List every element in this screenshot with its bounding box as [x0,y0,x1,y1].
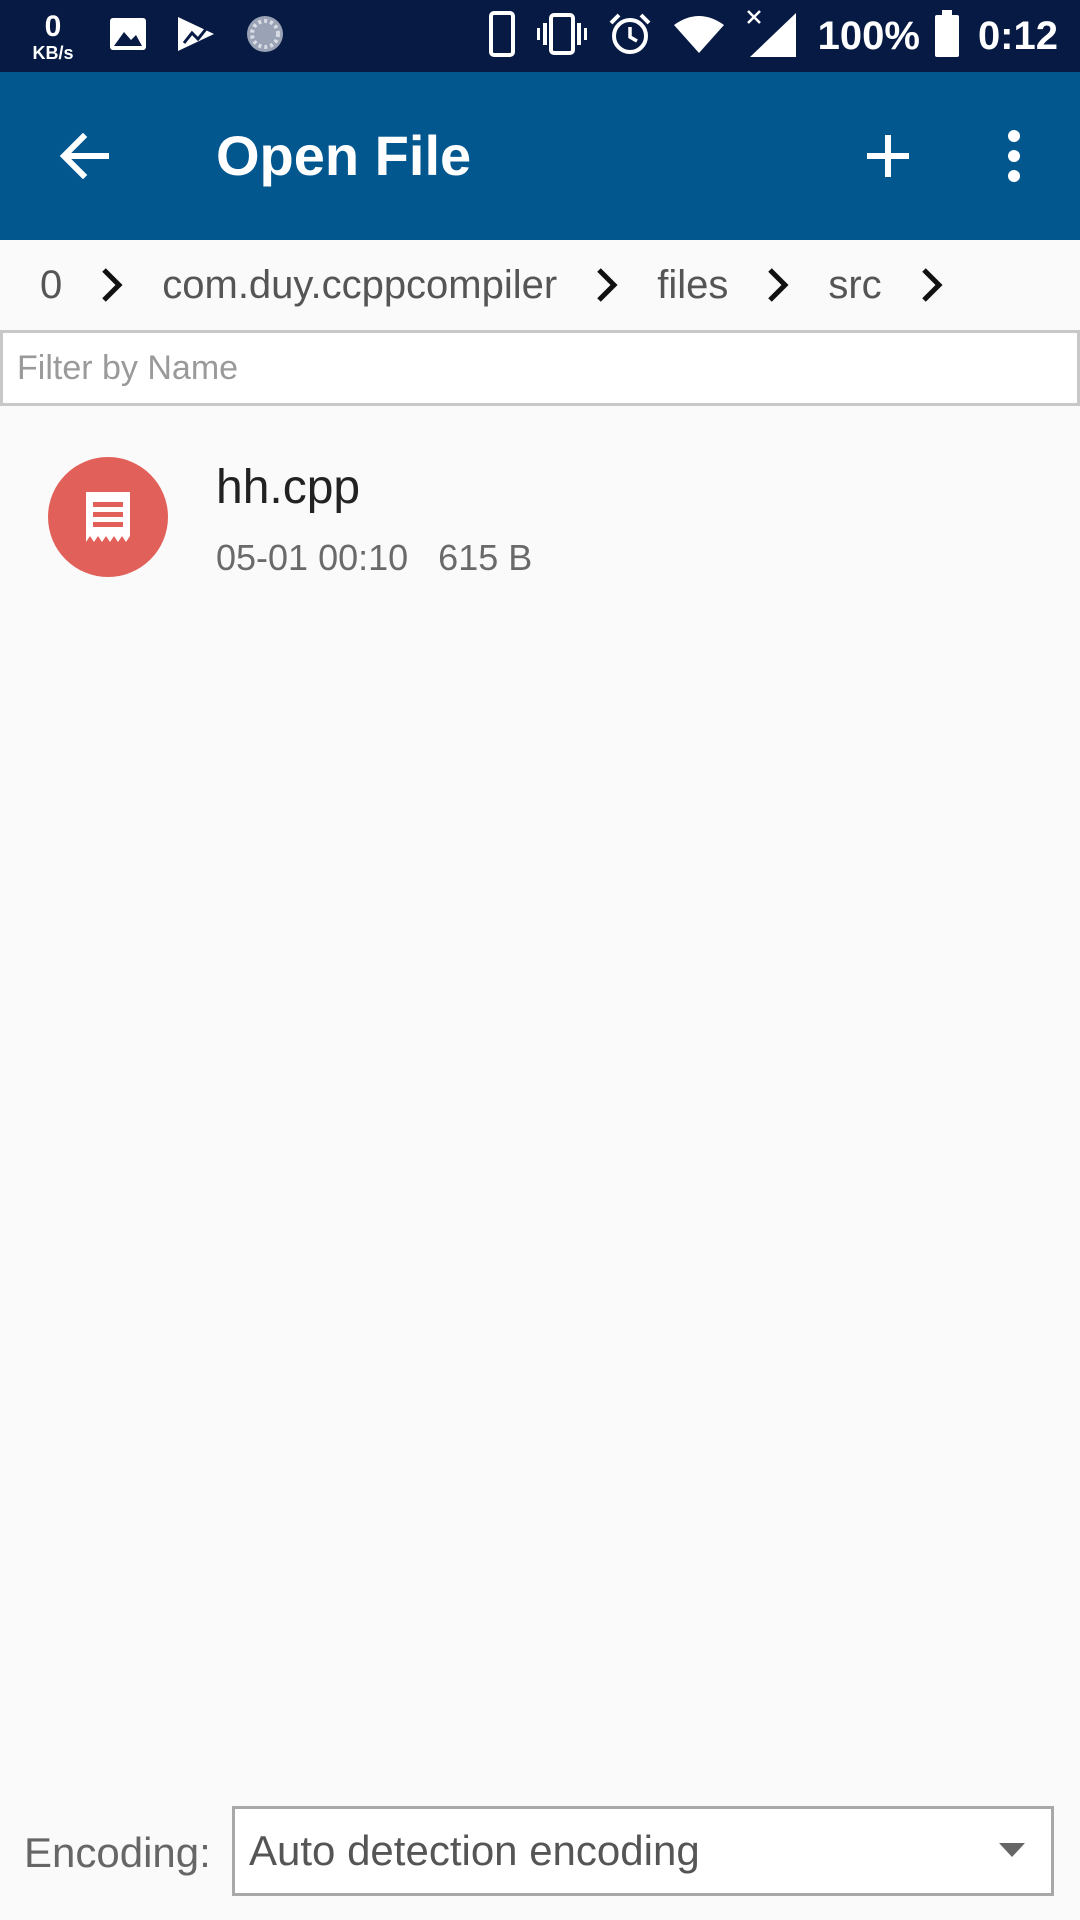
chevron-right-icon [748,240,808,330]
file-name: hh.cpp [216,461,361,514]
network-speed-indicator: 0 KB/s [24,6,82,66]
status-bar-left: 0 KB/s [24,0,314,72]
file-list: hh.cpp 05-01 00:10 615 B [0,430,1080,610]
page-title: Open File [216,124,472,187]
battery-percentage: 100% [817,14,920,58]
status-bar: 0 KB/s 100% 0:12 [0,0,1080,72]
file-list-item[interactable]: hh.cpp 05-01 00:10 615 B [0,430,1080,610]
chevron-right-icon [902,240,962,330]
breadcrumb: 0 com.duy.ccppcompiler files src [0,240,1080,330]
status-bar-right: 100% 0:12 [488,0,1058,72]
network-speed-value: 0 [44,10,62,43]
encoding-dropdown[interactable]: Auto detection encoding [232,1806,1054,1896]
wifi-icon [672,13,726,60]
dropdown-arrow-icon [999,1843,1025,1857]
play-store-icon [176,15,216,58]
app-bar: Open File [0,72,1080,240]
chevron-right-icon [82,240,142,330]
arrow-back-icon [59,133,109,179]
back-button[interactable] [48,120,120,192]
document-icon [48,457,168,577]
encoding-selected-value: Auto detection encoding [249,1827,700,1874]
add-button[interactable] [852,120,924,192]
vibrate-icon [536,12,588,61]
network-speed-unit: KB/s [32,43,74,63]
more-vert-icon [1008,130,1020,182]
add-icon [867,135,909,177]
alarm-icon [608,12,652,61]
battery-icon [934,9,960,63]
breadcrumb-item-src[interactable]: src [808,240,901,330]
breadcrumb-item-root[interactable]: 0 [0,240,82,330]
breadcrumb-item-package[interactable]: com.duy.ccppcompiler [142,240,577,330]
gallery-icon [108,16,148,57]
signal-icon [746,9,798,64]
filter-by-name-input[interactable] [0,330,1080,406]
file-meta: 05-01 00:10 615 B [216,537,533,578]
encoding-label: Encoding: [24,1829,211,1876]
phone-icon [488,10,516,62]
chevron-right-icon [577,240,637,330]
loading-icon [244,13,286,60]
more-options-button[interactable] [978,120,1050,192]
breadcrumb-item-files[interactable]: files [637,240,748,330]
status-bar-time: 0:12 [977,14,1058,58]
